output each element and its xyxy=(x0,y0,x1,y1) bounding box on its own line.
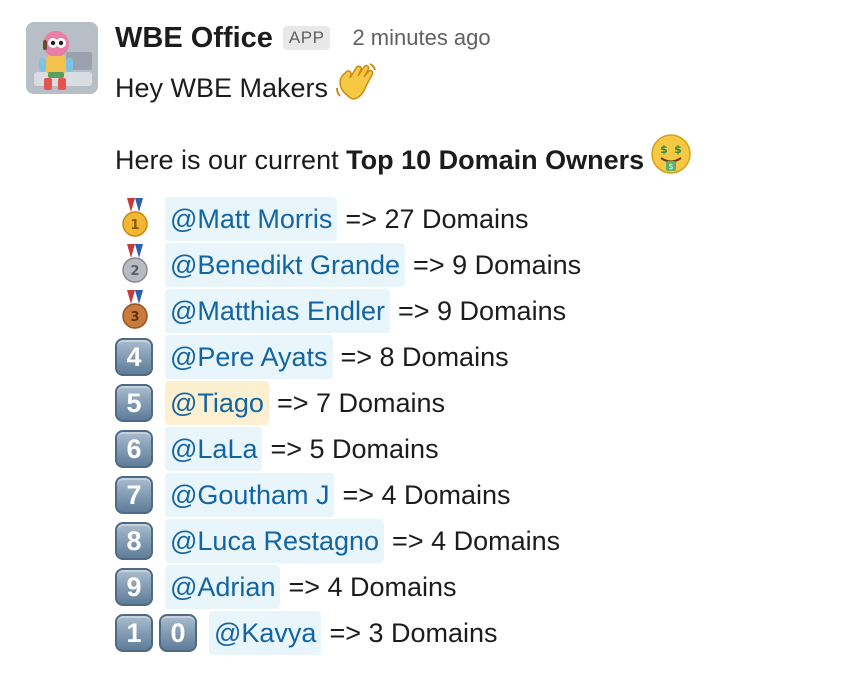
leaderboard-row: 8 @Luca Restagno => 4 Domains xyxy=(115,518,835,564)
keycap-4-icon: 4 xyxy=(115,338,165,376)
mention-user[interactable]: @Adrian xyxy=(165,565,281,609)
timestamp[interactable]: 2 minutes ago xyxy=(352,25,490,51)
keycap-digit: 8 xyxy=(115,522,153,560)
svg-text:$: $ xyxy=(674,143,682,156)
svg-text:2: 2 xyxy=(130,264,139,279)
message-content: WBE Office APP 2 minutes ago Hey WBE Mak… xyxy=(115,14,835,656)
keycap-1-0-icon: 1 0 xyxy=(115,614,209,652)
domain-count: => 4 Domains xyxy=(342,479,511,510)
keycap-8-icon: 8 xyxy=(115,522,165,560)
svg-text:$: $ xyxy=(660,143,668,156)
robot-avatar-icon xyxy=(26,22,98,94)
leaderboard-row: 1 0 @Kavya => 3 Domains xyxy=(115,610,835,656)
svg-text:3: 3 xyxy=(130,310,139,325)
keycap-7-icon: 7 xyxy=(115,476,165,514)
domain-count: => 8 Domains xyxy=(340,341,509,372)
mention-user[interactable]: @Kavya xyxy=(209,611,322,655)
leaderboard-row: 2 @Benedikt Grande => 9 Domains xyxy=(115,242,835,288)
leaderboard-row: 1 @Matt Morris => 27 Domains xyxy=(115,196,835,242)
keycap-digit: 1 xyxy=(115,614,153,652)
domain-count: => 27 Domains xyxy=(345,203,529,234)
domain-count: => 3 Domains xyxy=(329,617,498,648)
mention-user[interactable]: @Goutham J xyxy=(165,473,335,517)
mention-user[interactable]: @Matt Morris xyxy=(165,197,338,241)
domain-count: => 7 Domains xyxy=(276,387,446,418)
keycap-9-icon: 9 xyxy=(115,568,165,606)
mention-user[interactable]: @Pere Ayats xyxy=(165,335,333,379)
leaderboard-row: 4 @Pere Ayats => 8 Domains xyxy=(115,334,835,380)
keycap-digit: 4 xyxy=(115,338,153,376)
mention-user[interactable]: @LaLa xyxy=(165,427,263,471)
message: WBE Office APP 2 minutes ago Hey WBE Mak… xyxy=(0,0,848,686)
gold-medal-icon: 1 xyxy=(115,198,165,238)
svg-text:1: 1 xyxy=(130,218,139,233)
keycap-digit: 7 xyxy=(115,476,153,514)
mention-user[interactable]: @Matthias Endler xyxy=(165,289,390,333)
leaderboard-row: 5 @Tiago => 7 Domains xyxy=(115,380,835,426)
mention-user[interactable]: @Luca Restagno xyxy=(165,519,385,563)
domain-count: => 9 Domains xyxy=(413,249,582,280)
mention-user[interactable]: @Benedikt Grande xyxy=(165,243,406,287)
svg-text:$: $ xyxy=(669,162,674,171)
keycap-5-icon: 5 xyxy=(115,384,165,422)
greeting-text: Hey WBE Makers xyxy=(115,72,329,103)
intro-prefix: Here is our current xyxy=(115,144,347,175)
keycap-digit: 9 xyxy=(115,568,153,606)
leaderboard-row: 3 @Matthias Endler => 9 Domains xyxy=(115,288,835,334)
waving-hand-icon xyxy=(334,62,378,113)
silver-medal-icon: 2 xyxy=(115,244,165,284)
leaderboard-row: 7 @Goutham J => 4 Domains xyxy=(115,472,835,518)
keycap-digit: 6 xyxy=(115,430,153,468)
keycap-digit: 0 xyxy=(159,614,197,652)
leaderboard-list: 1 @Matt Morris => 27 Domains 2 @Benedikt… xyxy=(115,196,835,656)
intro-bold: Top 10 Domain Owners xyxy=(346,144,645,175)
intro-line: Here is our current Top 10 Domain Owners… xyxy=(115,133,835,186)
keycap-6-icon: 6 xyxy=(115,430,165,468)
sender-name[interactable]: WBE Office xyxy=(115,22,273,55)
domain-count: => 4 Domains xyxy=(392,525,561,556)
greeting-line: Hey WBE Makers xyxy=(115,62,835,113)
domain-count: => 9 Domains xyxy=(398,295,567,326)
message-header: WBE Office APP 2 minutes ago xyxy=(115,14,835,62)
mention-user-self[interactable]: @Tiago xyxy=(165,381,269,425)
avatar[interactable] xyxy=(26,22,98,94)
keycap-digit: 5 xyxy=(115,384,153,422)
domain-count: => 4 Domains xyxy=(288,571,457,602)
bronze-medal-icon: 3 xyxy=(115,290,165,330)
app-badge: APP xyxy=(282,26,331,50)
domain-count: => 5 Domains xyxy=(270,433,439,464)
leaderboard-row: 6 @LaLa => 5 Domains xyxy=(115,426,835,472)
leaderboard-row: 9 @Adrian => 4 Domains xyxy=(115,564,835,610)
money-mouth-face-icon: $ $ $ xyxy=(650,133,692,186)
